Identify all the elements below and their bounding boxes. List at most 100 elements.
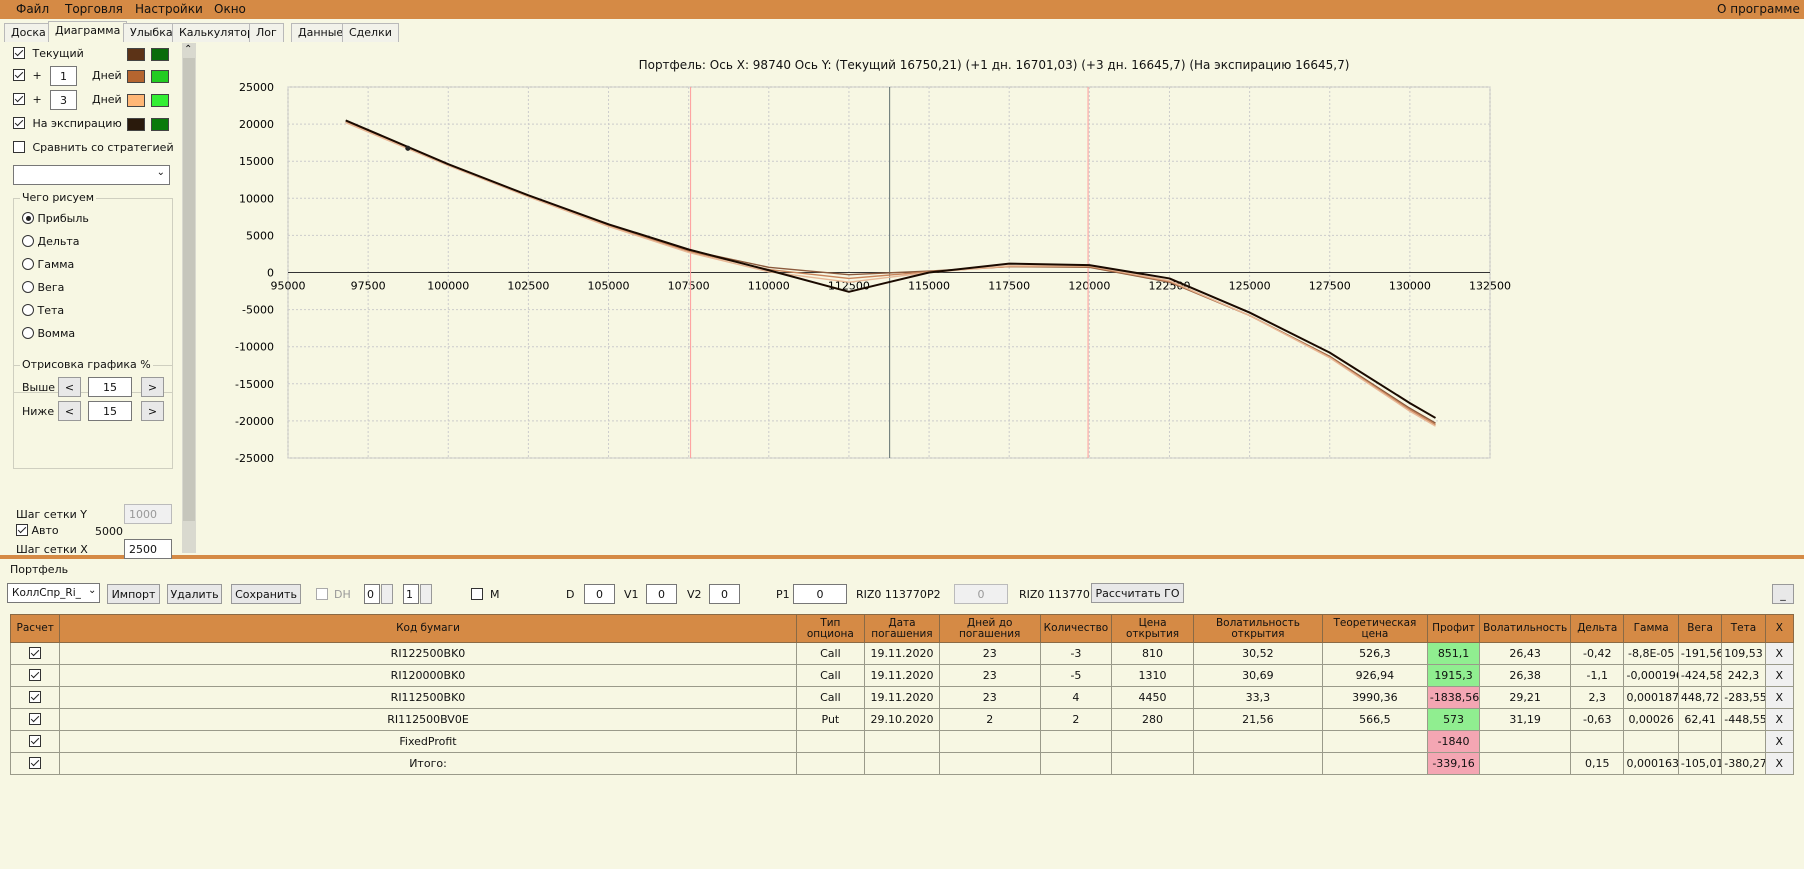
series-current-color-2[interactable] <box>151 48 169 61</box>
v1-input[interactable]: 0 <box>646 584 677 604</box>
menu-settings[interactable]: Настройки <box>135 2 203 16</box>
column-header[interactable]: Дата погашения <box>864 614 940 643</box>
remove-row-button[interactable]: X <box>1764 752 1795 775</box>
table-row[interactable]: RI122500BK0 Call 19.11.2020 23 -3 810 30,52 526… <box>9 642 1795 665</box>
portfolio-select[interactable]: КоллСпр_Ri_ <box>7 583 100 603</box>
radio-vomma[interactable] <box>22 327 34 339</box>
spin2-arrows[interactable] <box>420 584 432 604</box>
calc-checkbox[interactable] <box>29 735 42 747</box>
minimize-button[interactable]: _ <box>1772 584 1794 604</box>
series-plus1-color-1[interactable] <box>127 70 145 83</box>
menu-file[interactable]: Файл <box>16 2 49 16</box>
column-header[interactable]: Профит <box>1426 614 1481 643</box>
table-row[interactable]: RI120000BK0 Call 19.11.2020 23 -5 1310 30,69 92… <box>9 664 1795 687</box>
table-row[interactable]: Итого: -339,16 0,15 0,000163 -105,01 -380,27 X <box>9 752 1795 775</box>
save-button[interactable]: Сохранить <box>231 584 301 604</box>
left-panel-scroll-thumb[interactable] <box>183 58 195 521</box>
remove-row-button[interactable]: X <box>1764 664 1795 687</box>
days-plus3-input[interactable]: 3 <box>50 90 77 110</box>
splitter[interactable] <box>0 555 1804 559</box>
series-plus3-color-2[interactable] <box>151 94 169 107</box>
column-header[interactable]: Дельта <box>1570 614 1625 643</box>
grid-x-input[interactable]: 2500 <box>124 539 172 559</box>
calc-checkbox-cell[interactable] <box>9 752 61 775</box>
above-input[interactable]: 15 <box>88 377 132 397</box>
series-plus3-color-1[interactable] <box>127 94 145 107</box>
table-row[interactable]: RI112500BV0E Put 29.10.2020 2 2 280 21,56 566,5… <box>9 708 1795 731</box>
import-button[interactable]: Импорт <box>107 584 160 604</box>
auto-checkbox[interactable] <box>16 524 28 536</box>
calc-checkbox[interactable] <box>29 713 42 725</box>
days-plus1-input[interactable]: 1 <box>50 66 77 86</box>
menu-trading[interactable]: Торговля <box>65 2 123 16</box>
calc-margin-button[interactable]: Рассчитать ГО <box>1091 583 1184 603</box>
compare-strategy-checkbox[interactable] <box>13 141 25 153</box>
table-row[interactable]: FixedProfit -1840 X <box>9 730 1795 753</box>
remove-row-button[interactable]: X <box>1764 730 1795 753</box>
series-current-color-1[interactable] <box>127 48 145 61</box>
calc-checkbox[interactable] <box>29 691 42 703</box>
column-header[interactable]: Количество <box>1039 614 1113 643</box>
series-expiry-checkbox[interactable] <box>13 117 25 129</box>
portfolio-chevron-down-icon[interactable]: ⌄ <box>88 585 96 596</box>
strategy-select[interactable]: ⌄ <box>13 165 170 185</box>
spin1-input[interactable]: 0 <box>364 584 380 604</box>
menu-window[interactable]: Окно <box>214 2 246 16</box>
column-header[interactable]: X <box>1764 614 1795 643</box>
d-input[interactable]: 0 <box>584 584 615 604</box>
column-header[interactable]: Гамма <box>1623 614 1679 643</box>
radio-profit[interactable] <box>22 212 34 224</box>
series-plus3-checkbox[interactable] <box>13 93 25 105</box>
dh-checkbox[interactable] <box>316 588 328 600</box>
delete-button[interactable]: Удалить <box>167 584 222 604</box>
column-header[interactable]: Цена открытия <box>1111 614 1194 643</box>
below-input[interactable]: 15 <box>88 401 132 421</box>
remove-row-button[interactable]: X <box>1764 686 1795 709</box>
calc-checkbox-cell[interactable] <box>9 664 61 687</box>
tab-diagram[interactable]: Диаграмма <box>48 21 128 42</box>
column-header[interactable]: Теоретическая цена <box>1321 614 1428 643</box>
chevron-up-icon[interactable]: ⌃ <box>184 44 192 55</box>
tab-log[interactable]: Лог <box>249 23 284 42</box>
radio-theta-row[interactable]: Тета <box>22 304 64 317</box>
radio-delta[interactable] <box>22 235 34 247</box>
column-header[interactable]: Волатильность открытия <box>1192 614 1323 643</box>
p2-input[interactable]: 0 <box>954 584 1008 604</box>
radio-profit-row[interactable]: Прибыль <box>22 212 89 225</box>
tab-board[interactable]: Доска <box>4 23 53 42</box>
below-decrease-button[interactable]: < <box>58 401 81 421</box>
radio-vega-row[interactable]: Вега <box>22 281 64 294</box>
calc-checkbox-cell[interactable] <box>9 708 61 731</box>
remove-row-button[interactable]: X <box>1764 642 1795 665</box>
spin1-arrows[interactable] <box>381 584 393 604</box>
calc-checkbox-cell[interactable] <box>9 686 61 709</box>
table-row[interactable]: RI112500BK0 Call 19.11.2020 23 4 4450 33,3 3990… <box>9 686 1795 709</box>
calc-checkbox[interactable] <box>29 647 42 659</box>
column-header[interactable]: Тип опциона <box>795 614 866 643</box>
column-header[interactable]: Расчет <box>9 614 61 643</box>
series-expiry-color-2[interactable] <box>151 118 169 131</box>
grid-y-input[interactable]: 1000 <box>124 504 172 524</box>
radio-gamma[interactable] <box>22 258 34 270</box>
p1-input[interactable]: 0 <box>793 584 847 604</box>
menu-about[interactable]: О программе <box>1717 2 1800 16</box>
column-header[interactable]: Вега <box>1677 614 1723 643</box>
m-checkbox[interactable] <box>471 588 483 600</box>
series-plus1-checkbox[interactable] <box>13 69 25 81</box>
radio-theta[interactable] <box>22 304 34 316</box>
calc-checkbox[interactable] <box>29 757 42 769</box>
radio-delta-row[interactable]: Дельта <box>22 235 80 248</box>
series-expiry-color-1[interactable] <box>127 118 145 131</box>
spin2-input[interactable]: 1 <box>403 584 419 604</box>
remove-row-button[interactable]: X <box>1764 708 1795 731</box>
radio-vega[interactable] <box>22 281 34 293</box>
above-increase-button[interactable]: > <box>141 377 164 397</box>
calc-checkbox-cell[interactable] <box>9 642 61 665</box>
series-current-checkbox[interactable] <box>13 47 25 59</box>
column-header[interactable]: Тета <box>1721 614 1766 643</box>
below-increase-button[interactable]: > <box>141 401 164 421</box>
series-plus1-color-2[interactable] <box>151 70 169 83</box>
v2-input[interactable]: 0 <box>709 584 740 604</box>
calc-checkbox[interactable] <box>29 669 42 681</box>
radio-vomma-row[interactable]: Вомма <box>22 327 75 340</box>
